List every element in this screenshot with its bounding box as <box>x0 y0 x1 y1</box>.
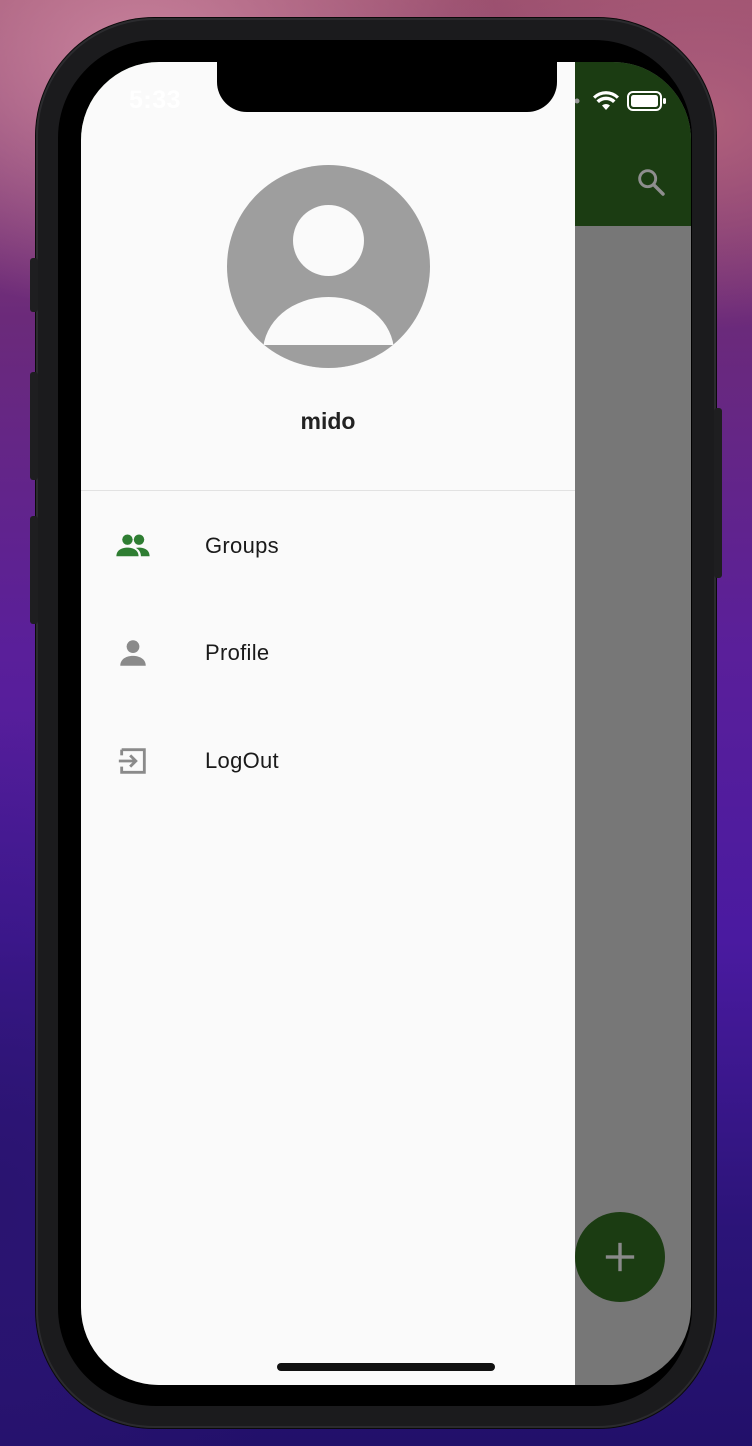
drawer-item-logout[interactable]: LogOut <box>81 711 575 811</box>
power-button <box>714 408 722 578</box>
drawer-divider <box>81 490 575 491</box>
silent-switch <box>30 258 38 312</box>
search-button[interactable] <box>629 160 673 204</box>
volume-up-button <box>30 372 38 480</box>
drawer-item-label: Profile <box>205 640 270 665</box>
add-icon <box>605 1242 635 1272</box>
logout-icon <box>113 741 153 781</box>
volume-down-button <box>30 516 38 624</box>
battery-icon <box>627 91 666 111</box>
phone-screen: mido Groups Profile LogOut 5:33 <box>81 62 691 1385</box>
status-time: 5:33 <box>129 86 182 114</box>
person-icon <box>113 633 153 673</box>
avatar-bottom <box>227 345 430 368</box>
drawer-username: mido <box>300 408 356 434</box>
account-circle-icon <box>227 165 430 368</box>
drawer-item-label: Groups <box>205 533 279 558</box>
add-fab-button[interactable] <box>575 1212 665 1302</box>
drawer-item-profile[interactable]: Profile <box>81 603 575 703</box>
avatar-head <box>293 205 364 276</box>
search-icon <box>638 169 665 196</box>
phone-notch <box>217 62 557 112</box>
status-icons <box>567 90 667 112</box>
drawer-item-groups[interactable]: Groups <box>81 496 575 596</box>
navigation-drawer: mido Groups Profile LogOut <box>81 62 575 1385</box>
groups-icon <box>113 526 153 566</box>
wifi-icon <box>593 91 619 110</box>
drawer-item-label: LogOut <box>205 748 279 773</box>
home-indicator[interactable] <box>277 1363 495 1371</box>
